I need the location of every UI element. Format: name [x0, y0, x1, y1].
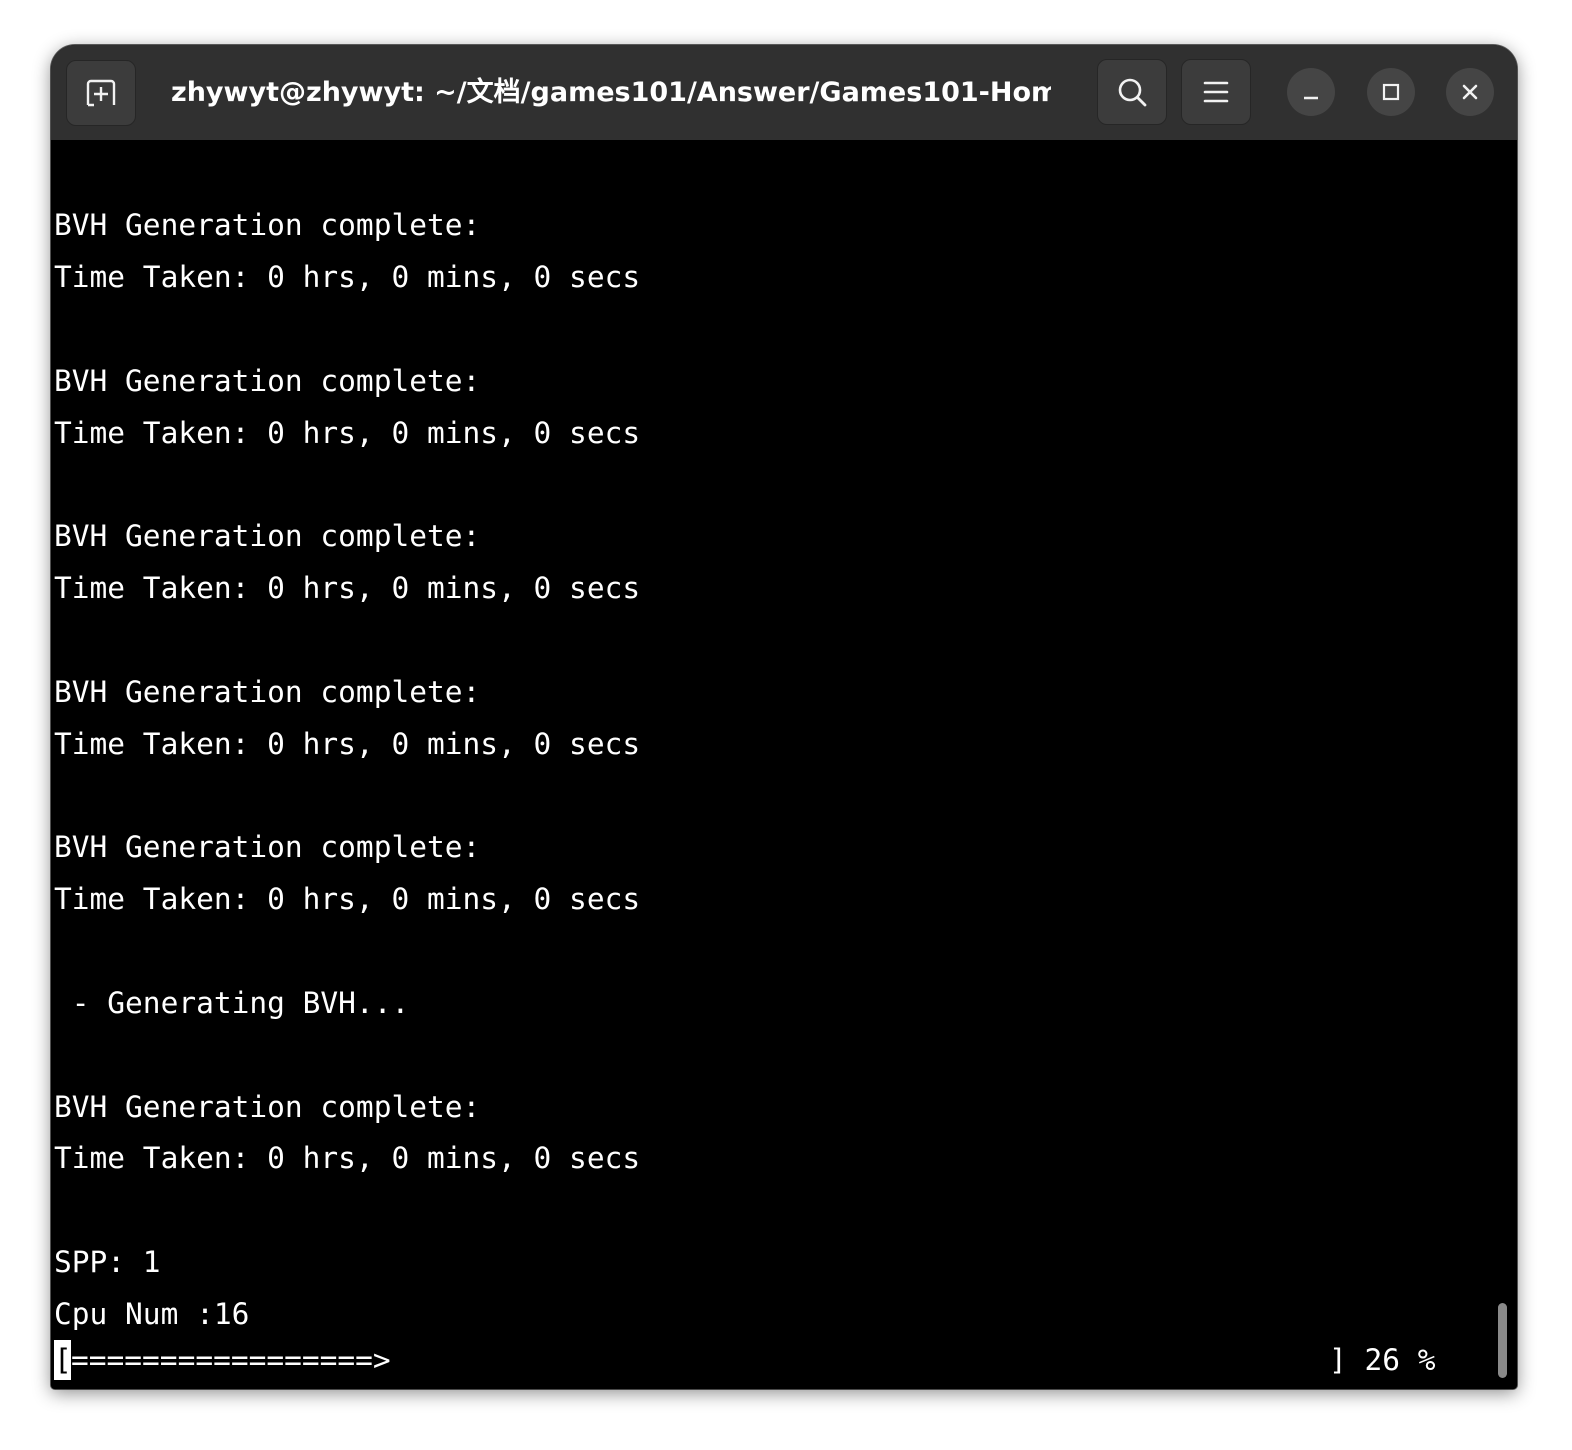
- terminal-line: Time Taken: 0 hrs, 0 mins, 0 secs: [54, 260, 641, 294]
- progress-fill: =================>: [71, 1343, 391, 1377]
- hamburger-menu-icon: [1203, 81, 1229, 103]
- terminal-line: Cpu Num :16: [54, 1297, 250, 1331]
- title-bar[interactable]: zhywyt@zhywyt: ~/文档/games101/Answer/Game…: [51, 45, 1517, 140]
- new-tab-button[interactable]: [66, 60, 136, 126]
- terminal-line: Time Taken: 0 hrs, 0 mins, 0 secs: [54, 416, 641, 450]
- terminal-line: BVH Generation complete:: [54, 519, 481, 553]
- terminal-line: Time Taken: 0 hrs, 0 mins, 0 secs: [54, 727, 641, 761]
- terminal-line: BVH Generation complete:: [54, 675, 481, 709]
- terminal-line: SPP: 1: [54, 1245, 161, 1279]
- search-icon: [1118, 78, 1147, 107]
- close-icon: [1462, 84, 1478, 100]
- new-tab-icon: [86, 79, 116, 107]
- scrollbar-thumb[interactable]: [1498, 1303, 1507, 1378]
- terminal-line: Time Taken: 0 hrs, 0 mins, 0 secs: [54, 571, 641, 605]
- terminal-cursor: [: [54, 1340, 72, 1380]
- terminal-line: BVH Generation complete:: [54, 364, 481, 398]
- search-button[interactable]: [1097, 59, 1167, 125]
- maximize-button[interactable]: [1367, 68, 1415, 116]
- menu-button[interactable]: [1181, 59, 1251, 125]
- minimize-icon: [1304, 96, 1318, 100]
- terminal-line: Time Taken: 0 hrs, 0 mins, 0 secs: [54, 882, 641, 916]
- terminal-window: zhywyt@zhywyt: ~/文档/games101/Answer/Game…: [51, 45, 1517, 1389]
- progress-percent: ] 26 %: [1329, 1343, 1436, 1377]
- progress-bar: [=================>: [54, 1340, 1454, 1380]
- terminal-line: Time Taken: 0 hrs, 0 mins, 0 secs: [54, 1141, 641, 1175]
- window-title: zhywyt@zhywyt: ~/文档/games101/Answer/Game…: [171, 77, 1051, 108]
- minimize-button[interactable]: [1287, 68, 1335, 116]
- terminal-line: BVH Generation complete:: [54, 208, 481, 242]
- maximize-icon: [1382, 83, 1400, 101]
- terminal-line: BVH Generation complete:: [54, 1090, 481, 1124]
- terminal-line: - Generating BVH...: [54, 986, 410, 1020]
- terminal-output[interactable]: BVH Generation complete: Time Taken: 0 h…: [51, 140, 1517, 1389]
- terminal-line: BVH Generation complete:: [54, 830, 481, 864]
- close-button[interactable]: [1446, 68, 1494, 116]
